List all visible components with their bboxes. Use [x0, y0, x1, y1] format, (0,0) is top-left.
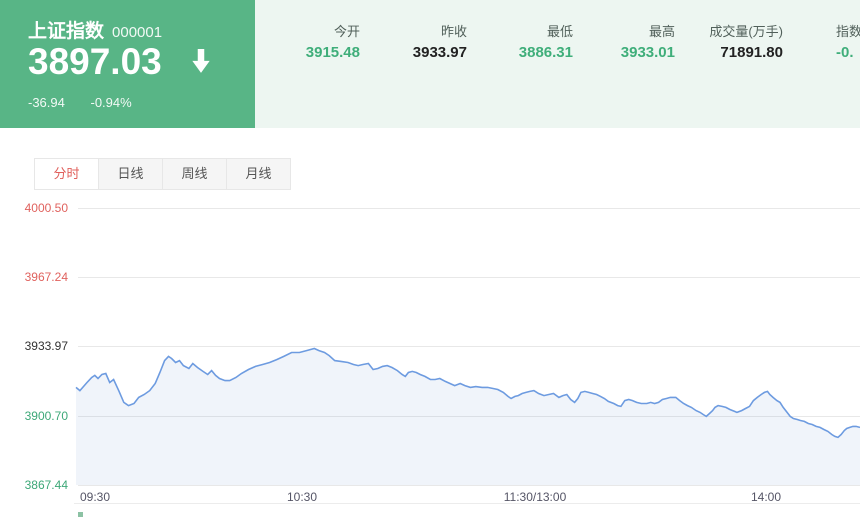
x-axis-label: 11:30/13:00: [503, 490, 567, 504]
price-area-fill: [76, 348, 860, 485]
stat-label: 成交量(万手): [709, 24, 783, 39]
index-title-row: 上证指数 000001: [28, 16, 162, 43]
stat-value: 3933.01: [620, 44, 675, 61]
chart-period-tabs: 分时 日线 周线 月线: [34, 158, 291, 190]
stat-value: 3915.48: [305, 44, 360, 61]
index-name: 上证指数: [28, 21, 105, 42]
stat-value: 71891.80: [720, 44, 783, 61]
price-line-chart[interactable]: [0, 195, 860, 520]
stat-day-high: 最高 3933.01: [585, 0, 675, 128]
tab-weekly[interactable]: 周线: [163, 159, 227, 189]
stat-today-open: 今开 3915.48: [270, 0, 360, 128]
stat-day-low: 最低 3886.31: [483, 0, 573, 128]
tab-monthly[interactable]: 月线: [227, 159, 290, 189]
index-change-pct: -0.94%: [90, 95, 132, 110]
stat-value: 3933.97: [412, 44, 467, 61]
stat-value: -0.: [836, 44, 854, 61]
x-axis-label: 14:00: [750, 490, 782, 504]
stat-prev-close: 昨收 3933.97: [377, 0, 467, 128]
stat-label: 最高: [648, 24, 675, 39]
x-axis-label: 09:30: [80, 490, 111, 504]
index-quote-block: 上证指数 000001 3897.03 -36.94 -0.94%: [0, 0, 255, 128]
stat-index-clipped: 指数 -0.: [836, 0, 860, 128]
index-change: -36.94: [28, 95, 65, 110]
tab-daily[interactable]: 日线: [99, 159, 163, 189]
down-arrow-icon: [190, 49, 212, 75]
stat-label: 指数: [836, 24, 860, 39]
stat-value: 3886.31: [518, 44, 573, 61]
index-code: 000001: [112, 24, 163, 41]
volume-bar: [78, 512, 83, 517]
index-price-row: 3897.03: [28, 42, 212, 82]
stat-label: 最低: [546, 24, 573, 39]
stat-label: 今开: [333, 24, 360, 39]
intraday-chart: 4000.50 3967.24 3933.97 3900.70 3867.44 …: [0, 195, 860, 520]
x-axis-label: 10:30: [286, 490, 318, 504]
index-quote-header: 上证指数 000001 3897.03 -36.94 -0.94% 今开 3915…: [0, 0, 860, 128]
stock-index-page: 上证指数 000001 3897.03 -36.94 -0.94% 今开 3915…: [0, 0, 860, 520]
stat-volume: 成交量(万手) 71891.80: [663, 0, 783, 128]
index-price: 3897.03: [28, 41, 162, 82]
tab-minute[interactable]: 分时: [35, 159, 99, 189]
axis-divider: [74, 503, 860, 504]
stat-label: 昨收: [440, 24, 467, 39]
index-change-row: -36.94 -0.94%: [28, 95, 154, 110]
